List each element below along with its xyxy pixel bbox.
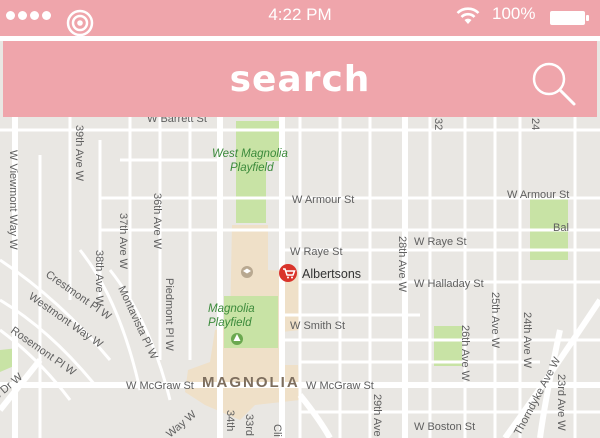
- label-west-magnolia-playfield-line1: West Magnolia: [212, 148, 288, 160]
- search-label: search: [229, 59, 371, 100]
- label-29th-ave-w: 29th Ave W: [371, 394, 383, 438]
- label-magnolia-playfield-line2: Playfield: [208, 317, 252, 329]
- wifi-icon: [456, 7, 480, 24]
- albertsons-pin[interactable]: [279, 264, 297, 282]
- label-w-armour-st: W Armour St: [292, 194, 354, 206]
- label-36th-ave-w: 36th Ave W: [151, 193, 163, 250]
- label-24th-ave-w: 24th Ave W: [521, 312, 533, 369]
- label-28th-ave-w: 28th Ave W: [396, 236, 408, 293]
- label-magnolia-playfield-line1: Magnolia: [208, 303, 255, 315]
- label-w-raye-st-east: W Raye St: [414, 236, 467, 248]
- label-west-magnolia-playfield-line2: Playfield: [230, 162, 274, 174]
- status-bar: 4:22 PM 100%: [0, 0, 600, 37]
- label-bal: Bal: [553, 222, 569, 234]
- label-33rd: 33rd: [243, 414, 255, 436]
- label-23rd-ave-w: 23rd Ave W: [555, 374, 567, 431]
- map-view[interactable]: W Barrett St W Armour St W Armour St W R…: [0, 117, 600, 438]
- label-clise: Cli: [271, 424, 283, 437]
- label-albertsons[interactable]: Albertsons: [302, 267, 361, 281]
- label-37th-ave-w: 37th Ave W: [117, 213, 129, 270]
- small-park-east: [434, 326, 462, 366]
- label-w-halladay-st: W Halladay St: [414, 278, 484, 290]
- label-34th: 34th: [224, 410, 236, 431]
- label-39th-ave-w: 39th Ave W: [73, 125, 85, 182]
- label-26th-ave-w: 26th Ave W: [459, 325, 471, 382]
- search-bar[interactable]: search: [3, 41, 597, 117]
- label-38th-ave-w: 38th Ave W: [93, 250, 105, 307]
- label-w-mcgraw-st-west: W McGraw St: [126, 380, 194, 392]
- label-piedmont-pl: Piedmont Pl W: [163, 278, 175, 351]
- label-w-armour-st-east: W Armour St: [507, 189, 569, 201]
- label-magnolia-district: MAGNOLIA: [202, 374, 300, 391]
- magnifier-icon[interactable]: [529, 59, 579, 109]
- school-icon: [241, 266, 253, 278]
- map-canvas[interactable]: W Barrett St W Armour St W Armour St W R…: [0, 117, 600, 438]
- label-25th-ave-w: 25th Ave W: [489, 292, 501, 349]
- battery-percent: 100%: [492, 4, 536, 23]
- label-w-barrett-st: W Barrett St: [147, 117, 207, 125]
- label-32-top: 32: [432, 118, 444, 130]
- label-w-boston-st: W Boston St: [414, 421, 475, 433]
- label-24-top: 24: [529, 118, 541, 130]
- label-w-viewmont-way: W Viewmont Way W: [7, 150, 19, 250]
- battery-icon: [550, 11, 589, 25]
- tree-icon: [231, 333, 243, 345]
- label-w-raye-st: W Raye St: [290, 246, 343, 258]
- label-w-mcgraw-st-east: W McGraw St: [306, 380, 374, 392]
- label-w-smith-st: W Smith St: [290, 320, 345, 332]
